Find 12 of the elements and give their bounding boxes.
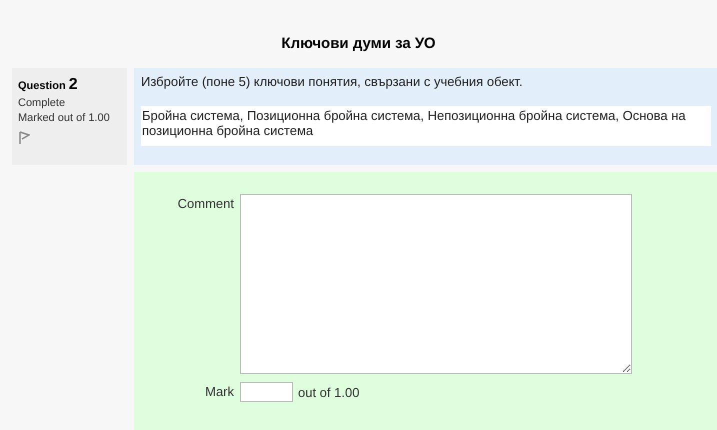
question-number: Question 2	[18, 76, 78, 94]
question-grade: Marked out of 1.00	[18, 112, 110, 124]
mark-max: out of 1.00	[298, 384, 360, 400]
comment-label: Comment	[176, 195, 234, 213]
answer-text: Бройна система, Позиционна бройна система, Непозиционна бройна система, Основа на позиционна бройна система	[141, 106, 711, 146]
mark-field[interactable]	[240, 382, 293, 402]
question-title: Ключови думи за УО	[280, 34, 437, 54]
flag-icon[interactable]	[18, 131, 30, 145]
mark-label: Mark	[204, 383, 234, 401]
comment-field[interactable]	[240, 194, 632, 374]
question-prompt: Избройте (поне 5) ключови понятия, свързани с учебния обект.	[141, 74, 524, 89]
question-state: Complete	[18, 97, 66, 109]
